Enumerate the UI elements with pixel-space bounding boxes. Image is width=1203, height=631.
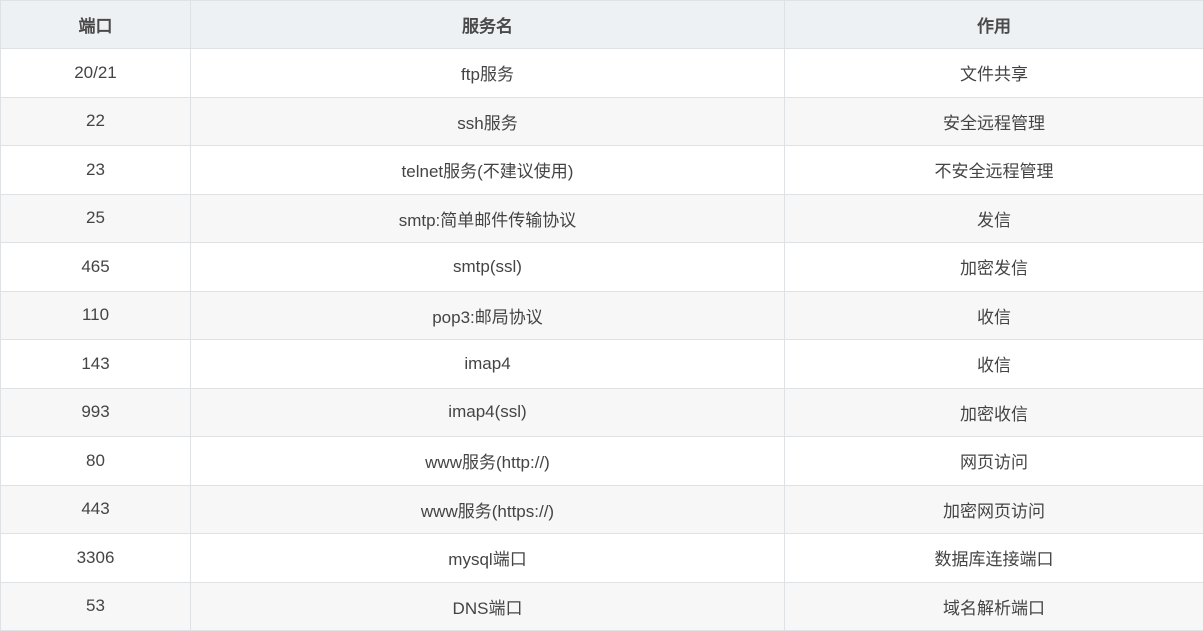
header-port: 端口 <box>1 1 191 49</box>
cell-port: 110 <box>1 291 191 340</box>
table-row: 143 imap4 收信 <box>1 340 1203 389</box>
port-table: 端口 服务名 作用 20/21 ftp服务 文件共享 22 ssh服务 安全远程… <box>0 0 1203 631</box>
cell-port: 20/21 <box>1 49 191 98</box>
header-row: 端口 服务名 作用 <box>1 1 1203 49</box>
cell-service: imap4(ssl) <box>191 388 785 437</box>
table-row: 20/21 ftp服务 文件共享 <box>1 49 1203 98</box>
cell-service: pop3:邮局协议 <box>191 291 785 340</box>
cell-service: www服务(http://) <box>191 437 785 486</box>
cell-service: smtp(ssl) <box>191 243 785 292</box>
table-row: 465 smtp(ssl) 加密发信 <box>1 243 1203 292</box>
cell-port: 143 <box>1 340 191 389</box>
cell-service: telnet服务(不建议使用) <box>191 146 785 195</box>
table-row: 53 DNS端口 域名解析端口 <box>1 582 1203 631</box>
cell-purpose: 文件共享 <box>785 49 1203 98</box>
cell-purpose: 域名解析端口 <box>785 582 1203 631</box>
table-row: 23 telnet服务(不建议使用) 不安全远程管理 <box>1 146 1203 195</box>
header-purpose: 作用 <box>785 1 1203 49</box>
table-row: 443 www服务(https://) 加密网页访问 <box>1 485 1203 534</box>
header-service-name: 服务名 <box>191 1 785 49</box>
cell-port: 3306 <box>1 534 191 583</box>
cell-service: mysql端口 <box>191 534 785 583</box>
cell-purpose: 不安全远程管理 <box>785 146 1203 195</box>
table-row: 110 pop3:邮局协议 收信 <box>1 291 1203 340</box>
cell-port: 993 <box>1 388 191 437</box>
cell-service: ftp服务 <box>191 49 785 98</box>
cell-service: imap4 <box>191 340 785 389</box>
cell-service: smtp:简单邮件传输协议 <box>191 194 785 243</box>
table-row: 3306 mysql端口 数据库连接端口 <box>1 534 1203 583</box>
table-row: 80 www服务(http://) 网页访问 <box>1 437 1203 486</box>
table-row: 25 smtp:简单邮件传输协议 发信 <box>1 194 1203 243</box>
table-header: 端口 服务名 作用 <box>1 1 1203 49</box>
cell-purpose: 收信 <box>785 291 1203 340</box>
table-body: 20/21 ftp服务 文件共享 22 ssh服务 安全远程管理 23 teln… <box>1 49 1203 631</box>
cell-port: 23 <box>1 146 191 195</box>
cell-purpose: 加密收信 <box>785 388 1203 437</box>
cell-port: 80 <box>1 437 191 486</box>
cell-purpose: 收信 <box>785 340 1203 389</box>
cell-port: 53 <box>1 582 191 631</box>
cell-purpose: 加密网页访问 <box>785 485 1203 534</box>
cell-service: DNS端口 <box>191 582 785 631</box>
cell-service: ssh服务 <box>191 97 785 146</box>
cell-port: 22 <box>1 97 191 146</box>
cell-purpose: 加密发信 <box>785 243 1203 292</box>
cell-purpose: 发信 <box>785 194 1203 243</box>
cell-service: www服务(https://) <box>191 485 785 534</box>
cell-port: 443 <box>1 485 191 534</box>
cell-purpose: 安全远程管理 <box>785 97 1203 146</box>
table-row: 22 ssh服务 安全远程管理 <box>1 97 1203 146</box>
cell-purpose: 网页访问 <box>785 437 1203 486</box>
cell-port: 25 <box>1 194 191 243</box>
cell-purpose: 数据库连接端口 <box>785 534 1203 583</box>
cell-port: 465 <box>1 243 191 292</box>
table-row: 993 imap4(ssl) 加密收信 <box>1 388 1203 437</box>
